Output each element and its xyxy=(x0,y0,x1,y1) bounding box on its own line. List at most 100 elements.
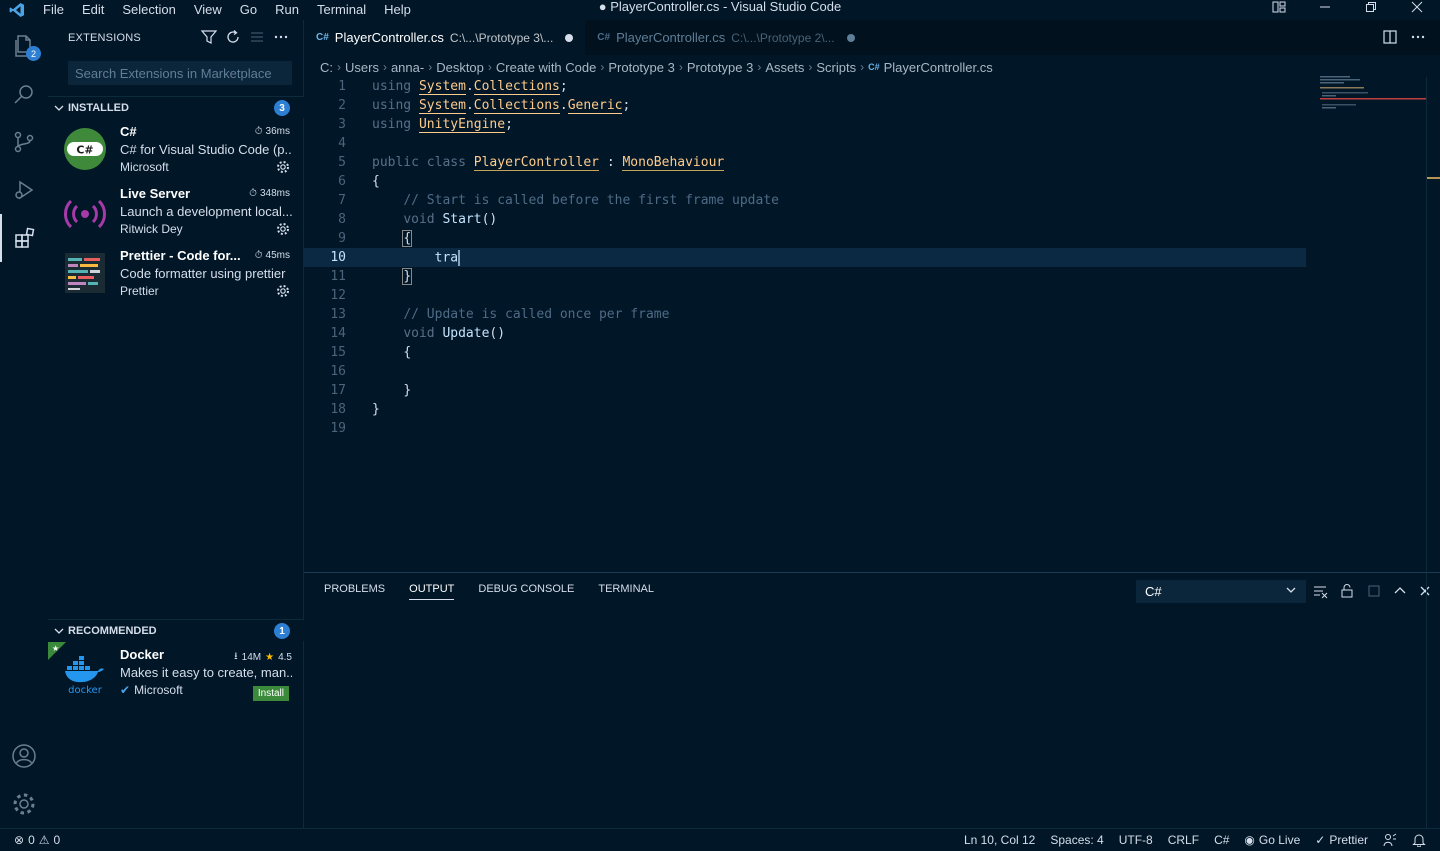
close-window-icon[interactable] xyxy=(1394,0,1440,14)
breadcrumb-item[interactable]: Prototype 3 xyxy=(687,60,754,75)
settings-gear-icon[interactable] xyxy=(0,780,48,828)
problems-status[interactable]: ⊗ 0 ⚠ 0 xyxy=(0,833,60,847)
more-actions-icon[interactable] xyxy=(273,29,289,48)
breadcrumb-item[interactable]: Create with Code xyxy=(496,60,596,75)
breadcrumb-item[interactable]: PlayerController.cs xyxy=(884,60,993,75)
maximize-panel-icon[interactable] xyxy=(1393,584,1407,601)
code-token: class xyxy=(426,155,466,170)
tab-terminal[interactable]: TERMINAL xyxy=(598,583,654,600)
manage-gear-icon[interactable] xyxy=(276,222,290,239)
code-editor[interactable]: 1 using System.Collections; 2 using System… xyxy=(304,77,1426,571)
cursor-position[interactable]: Ln 10, Col 12 xyxy=(964,833,1035,847)
code-line: 12 xyxy=(304,286,1306,305)
minimap[interactable] xyxy=(1312,74,1426,124)
menu-file[interactable]: File xyxy=(34,3,73,17)
breadcrumb-chevron-icon: › xyxy=(860,60,865,74)
installed-section-header[interactable]: INSTALLED 3 xyxy=(48,96,304,118)
prettier-status[interactable]: ✓ Prettier xyxy=(1315,833,1368,847)
error-icon: ⊗ xyxy=(14,833,25,847)
run-debug-icon[interactable] xyxy=(0,166,48,214)
status-bar: ⊗ 0 ⚠ 0 Ln 10, Col 12 Spaces: 4 UTF-8 CRLF… xyxy=(0,828,1440,851)
tab-output[interactable]: OUTPUT xyxy=(409,583,455,600)
code-token: using xyxy=(372,117,412,132)
menu-selection[interactable]: Selection xyxy=(113,3,184,17)
more-actions-icon[interactable] xyxy=(1410,29,1426,48)
download-icon: ⭳ xyxy=(234,651,238,662)
extension-name: Prettier - Code for... xyxy=(120,248,241,263)
restore-icon[interactable] xyxy=(1348,0,1394,14)
tab-debug-console[interactable]: DEBUG CONSOLE xyxy=(478,583,574,600)
menu-view[interactable]: View xyxy=(185,3,231,17)
panel-scrollbar[interactable] xyxy=(1426,573,1440,829)
title-bar: File Edit Selection View Go Run Terminal… xyxy=(0,0,1440,20)
tab-playercontroller-prototype2[interactable]: C# PlayerController.cs C:\...\Prototype … xyxy=(585,20,866,55)
unsaved-dot-icon[interactable] xyxy=(565,33,574,42)
breadcrumb-chevron-icon: › xyxy=(808,60,813,74)
notifications-bell-icon[interactable] xyxy=(1412,833,1426,847)
clear-icon[interactable] xyxy=(249,29,265,48)
code-token: void xyxy=(403,326,435,341)
csharp-file-icon: C# xyxy=(316,32,329,43)
line-ending[interactable]: CRLF xyxy=(1168,833,1199,847)
filter-icon[interactable] xyxy=(200,29,218,48)
encoding[interactable]: UTF-8 xyxy=(1119,833,1153,847)
lock-scroll-icon[interactable] xyxy=(1339,583,1355,602)
layout-icon[interactable] xyxy=(1256,0,1302,14)
minimize-icon[interactable] xyxy=(1302,0,1348,14)
recommended-section-header[interactable]: RECOMMENDED 1 xyxy=(48,619,304,641)
extensions-icon[interactable] xyxy=(0,214,48,262)
code-line: 2 using System.Collections.Generic; xyxy=(304,96,1306,115)
breadcrumb-item[interactable]: Assets xyxy=(765,60,804,75)
extension-item-live-server[interactable]: Live Server ⏱ 348ms Launch a development … xyxy=(48,182,304,244)
breadcrumb-item[interactable]: anna- xyxy=(391,60,424,75)
line-number: 5 xyxy=(338,155,346,170)
warning-count: 0 xyxy=(53,833,61,847)
breadcrumb-chevron-icon: › xyxy=(600,60,605,74)
install-button[interactable]: Install xyxy=(252,686,289,701)
extension-item-prettier[interactable]: Prettier - Code for... ⏱ 45ms Code format… xyxy=(48,244,304,306)
language-mode[interactable]: C# xyxy=(1214,833,1229,847)
clear-output-icon[interactable] xyxy=(1312,583,1328,602)
breadcrumb-item[interactable]: Users xyxy=(345,60,379,75)
manage-gear-icon[interactable] xyxy=(276,284,290,301)
extensions-sidebar: EXTENSIONS Search Extensions in Marketpl… xyxy=(48,20,304,828)
go-live-button[interactable]: ◉ Go Live xyxy=(1244,833,1300,847)
explorer-icon[interactable]: 2 xyxy=(0,22,48,70)
search-icon[interactable] xyxy=(0,70,48,118)
menu-go[interactable]: Go xyxy=(231,3,266,17)
code-token: Update xyxy=(442,326,490,341)
output-channel-select[interactable]: C# xyxy=(1136,580,1306,603)
editor-scrollbar[interactable] xyxy=(1426,77,1440,571)
indentation[interactable]: Spaces: 4 xyxy=(1050,833,1103,847)
refresh-icon[interactable] xyxy=(225,29,241,48)
breadcrumb: C: › Users › anna- › Desktop › Create with C… xyxy=(320,57,993,77)
extensions-search-input[interactable]: Search Extensions in Marketplace xyxy=(68,61,292,85)
extension-item-csharp[interactable]: C# C# ⏱ 36ms C# for Visual Studio Code (p… xyxy=(48,120,304,182)
open-log-file-icon[interactable] xyxy=(1366,583,1382,602)
activation-time-value: 36ms xyxy=(265,126,290,137)
menu-run[interactable]: Run xyxy=(266,3,308,17)
account-icon[interactable] xyxy=(0,732,48,780)
line-number: 16 xyxy=(330,364,346,379)
tab-problems[interactable]: PROBLEMS xyxy=(324,583,385,600)
menu-terminal[interactable]: Terminal xyxy=(308,3,375,17)
menu-help[interactable]: Help xyxy=(375,3,420,17)
source-control-icon[interactable] xyxy=(0,118,48,166)
tab-filename: PlayerController.cs xyxy=(616,30,726,45)
unsaved-dot-icon[interactable] xyxy=(846,33,855,42)
code-line: 6{ xyxy=(304,172,1306,191)
breadcrumb-item[interactable]: Desktop xyxy=(436,60,484,75)
breadcrumb-item[interactable]: Prototype 3 xyxy=(608,60,675,75)
menu-edit[interactable]: Edit xyxy=(73,3,113,17)
output-channel-value: C# xyxy=(1145,584,1162,599)
tab-playercontroller-prototype3[interactable]: C# PlayerController.cs C:\...\Prototype … xyxy=(304,20,586,55)
code-token: Start xyxy=(442,212,482,227)
manage-gear-icon[interactable] xyxy=(276,160,290,177)
split-editor-icon[interactable] xyxy=(1382,29,1398,48)
extension-item-docker[interactable]: ★ docker Docker ⭳ 14M ★ 4.5 Makes it eas… xyxy=(48,642,304,705)
breadcrumb-item[interactable]: C: xyxy=(320,60,333,75)
breadcrumb-item[interactable]: Scripts xyxy=(816,60,856,75)
sidebar-title: EXTENSIONS xyxy=(68,32,141,44)
feedback-icon[interactable] xyxy=(1383,833,1397,847)
code-line: 15 { xyxy=(304,343,1306,362)
